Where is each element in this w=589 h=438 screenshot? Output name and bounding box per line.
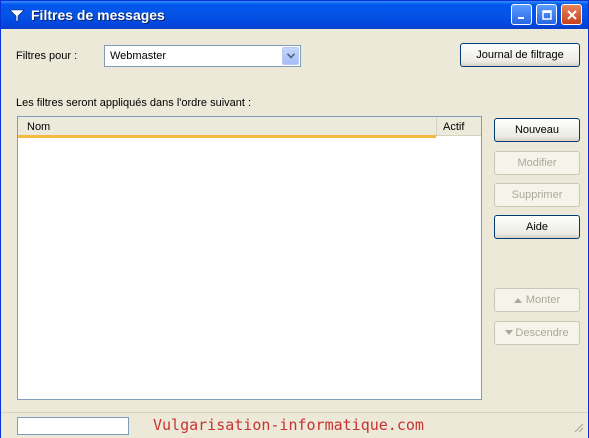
filters-dialog: Filtres de messages Filtres pour : Webma… (0, 0, 589, 438)
close-icon (566, 10, 577, 20)
window-title: Filtres de messages (31, 7, 165, 23)
chevron-down-icon (287, 53, 295, 59)
arrow-down-icon (505, 330, 514, 336)
delete-button-label: Supprimer (511, 189, 563, 201)
edit-button[interactable]: Modifier (494, 151, 580, 175)
maximize-icon (541, 10, 552, 20)
help-button-label: Aide (525, 221, 549, 233)
watermark-text: Vulgarisation-informatique.com (153, 416, 424, 434)
new-button-label: Nouveau (514, 124, 560, 136)
minimize-icon (517, 17, 524, 19)
column-header-name-label: Nom (27, 121, 51, 133)
edit-button-label: Modifier (517, 157, 557, 169)
filter-icon (9, 9, 25, 22)
filter-log-button-label: Journal de filtrage (476, 49, 564, 61)
close-button[interactable] (561, 4, 582, 25)
move-down-button-label: Descendre (515, 327, 569, 339)
column-header-active[interactable]: Actif (436, 117, 481, 136)
help-button[interactable]: Aide (494, 215, 580, 239)
arrow-up-icon (513, 298, 522, 304)
dropdown-arrow-button[interactable] (282, 47, 299, 65)
column-header-name[interactable]: Nom (18, 117, 436, 136)
maximize-button[interactable] (536, 4, 557, 25)
delete-button[interactable]: Supprimer (494, 183, 580, 207)
filters-for-label: Filtres pour : (16, 50, 78, 62)
filter-list[interactable]: Nom Actif (17, 116, 482, 400)
status-bar: Vulgarisation-informatique.com (1, 412, 588, 438)
column-header-active-label: Actif (443, 121, 465, 133)
new-button[interactable]: Nouveau (494, 118, 580, 142)
resize-grip-icon[interactable] (572, 421, 584, 433)
title-bar[interactable]: Filtres de messages (1, 1, 588, 29)
move-down-button[interactable]: Descendre (494, 321, 580, 345)
minimize-button[interactable] (511, 4, 532, 25)
account-dropdown-value: Webmaster (110, 50, 167, 62)
order-label: Les filtres seront appliqués dans l'ordr… (16, 97, 252, 109)
move-up-button[interactable]: Monter (494, 288, 580, 312)
filter-log-button[interactable]: Journal de filtrage (460, 43, 580, 67)
move-up-button-label: Monter (525, 294, 561, 306)
status-field (17, 417, 129, 435)
header-highlight (18, 135, 436, 138)
account-dropdown[interactable]: Webmaster (104, 45, 301, 67)
